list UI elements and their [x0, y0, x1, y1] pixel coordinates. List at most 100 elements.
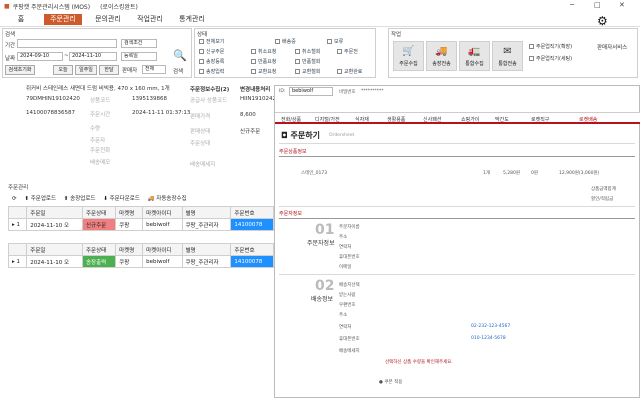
section-product: 주문상품정보: [279, 149, 307, 155]
order-table-2: 주문일 주문상태 마켓명 마켓아이디 별명 주문번호 ▸ 1 2024-11-10 오 송장출…: [7, 243, 274, 268]
status-return-withdraw-checkbox[interactable]: 반품철회: [295, 58, 320, 65]
field-label: 배송메세지: [339, 349, 360, 354]
field-label: 주소: [339, 235, 348, 240]
search-reset-button[interactable]: 검색초기화: [5, 65, 35, 75]
minimize-button[interactable]: ─: [570, 1, 574, 9]
label-order-phone: 주문전화: [90, 148, 111, 154]
coupon-label: ● 쿠폰 적용: [379, 380, 403, 385]
step-02: 02: [315, 278, 335, 294]
status-cancel-withdraw-checkbox[interactable]: 취소철회: [295, 48, 320, 55]
right-sub-2: 판매가격: [190, 114, 211, 120]
nav-item[interactable]: 신사패션: [423, 116, 441, 123]
status-new-checkbox[interactable]: 신규주문: [199, 48, 224, 55]
auto-invoice-button[interactable]: 🚚 자동송장수집: [148, 196, 187, 202]
search-label-row2: 날짜: [5, 56, 16, 62]
menu-stats[interactable]: 통계관리: [176, 14, 208, 25]
maximize-button[interactable]: □: [594, 1, 601, 9]
collect-orders-button[interactable]: 🛒 주문수집: [393, 41, 424, 71]
refresh-icon[interactable]: ⟳: [12, 196, 17, 202]
nav-item[interactable]: 막간도: [495, 116, 509, 123]
field-label: 배송지선택: [339, 283, 360, 288]
week-button[interactable]: 일주일: [75, 65, 97, 75]
status-shipping-checkbox[interactable]: 배송중: [275, 38, 296, 45]
status-invoice-reg-checkbox[interactable]: 송장등록: [199, 58, 224, 65]
label-qty: 수량: [90, 126, 101, 132]
status-exchange-done-checkbox[interactable]: 교환완료: [337, 68, 362, 75]
status-exchange-withdraw-checkbox[interactable]: 교환철회: [295, 68, 320, 75]
field-label: 휴대폰번호: [339, 255, 360, 260]
right-sub-3: 판매상태: [190, 129, 211, 135]
mail-icon: ✉: [503, 46, 512, 57]
table-row[interactable]: ▸ 1 2024-11-10 오 신규주문 쿠팡 bebiwolf 쿠팡_주관리자 1410…: [7, 218, 274, 231]
right-note-2: 할인/적립금: [591, 197, 614, 202]
gear-icon[interactable]: ⚙: [597, 14, 608, 28]
nav-item[interactable]: 식자재: [355, 116, 369, 123]
app-subtitle: (로이스킹완트): [100, 3, 138, 11]
status-invoice-input-checkbox[interactable]: 송장입력: [199, 68, 224, 75]
status-pre-order-checkbox[interactable]: 주문전: [337, 48, 358, 55]
merge-collect-button[interactable]: 🚛 통합수집: [459, 41, 490, 71]
top-id-label: ID:: [279, 89, 286, 94]
date-to-input[interactable]: 2024-11-10: [69, 52, 117, 61]
status-all-checkbox[interactable]: 전체보기: [199, 38, 224, 45]
status-exchange-req-checkbox[interactable]: 교환요청: [251, 68, 276, 75]
status-group-title: 상태: [197, 32, 208, 38]
label-order-time: 주문시간: [90, 112, 111, 118]
top-id-input[interactable]: bebiwolf: [289, 87, 333, 96]
order-toolbar: ⟳ ⬆ 주문업로드 ⬆ 송장업로드 ⬇ 주문다운로드 🚚 자동송장수집: [12, 194, 274, 204]
order-sheet-title-en: Ordersheet: [329, 133, 355, 138]
upload-invoice-button[interactable]: ⬆ 송장업로드: [64, 196, 96, 202]
today-button[interactable]: 오늘: [53, 65, 73, 75]
menu-home[interactable]: 홈: [8, 14, 34, 25]
close-button[interactable]: ✕: [619, 1, 625, 9]
download-orders-button[interactable]: ⬇ 주문다운로드: [103, 196, 140, 202]
month-button[interactable]: 한달: [99, 65, 119, 75]
search-icon[interactable]: 🔍: [173, 49, 187, 62]
right-val-2: 8,600: [240, 112, 256, 118]
product-ship: 0원: [531, 171, 539, 176]
option-setting-checkbox[interactable]: 주문업직기(세팅): [529, 55, 572, 62]
status-hold-checkbox[interactable]: 보류: [327, 38, 343, 45]
step-01-label: 주문자정보: [307, 240, 335, 247]
status-cancel-req-checkbox[interactable]: 취소요청: [251, 48, 276, 55]
product-line: 스테인_0173: [301, 171, 328, 176]
right-sub-5: 배송메세지: [190, 162, 216, 168]
condition-select[interactable]: 검색조건: [121, 39, 157, 48]
menu-work[interactable]: 작업관리: [134, 14, 166, 25]
cart-icon: 🛒: [402, 46, 415, 57]
menu-inquiry[interactable]: 문의관리: [92, 14, 124, 25]
search-button-label[interactable]: 검색: [173, 67, 183, 75]
buyer-select[interactable]: 전체: [142, 65, 166, 74]
send-invoice-button[interactable]: 🚚 송장전송: [426, 41, 457, 71]
date-from-input[interactable]: 2024-09-10: [17, 52, 63, 61]
menu-order[interactable]: 주문관리: [44, 14, 82, 25]
keyword-input[interactable]: [17, 39, 117, 48]
field-label: 주소: [339, 313, 348, 318]
search-group: 검색 기간 날짜 검색조건 2024-09-10 2024-11-10 ~ 등록…: [2, 28, 192, 78]
nav-item[interactable]: 디지털/가전: [315, 116, 340, 123]
field-label: 휴대폰번호: [339, 337, 360, 342]
search-label-row1: 기간: [5, 43, 16, 49]
option-extended-checkbox[interactable]: 주문업직기(확장): [529, 43, 572, 50]
product-name: 쥐커비 스테인레스 새면대 드럼 비빅용, 470 x 160 mm, 1개: [26, 86, 170, 92]
nav-item[interactable]: 로켓직구: [531, 116, 549, 123]
label-memo: 배송메모: [90, 160, 111, 166]
date-type-select[interactable]: 등록일: [121, 52, 157, 61]
field-label: 우편번호: [339, 303, 356, 308]
nav-item[interactable]: 로켓배송: [579, 116, 597, 123]
pw-label: 비밀번호: [339, 90, 356, 95]
upload-orders-button[interactable]: ⬆ 주문업로드: [24, 196, 56, 202]
merge-send-button[interactable]: ✉ 통합전송: [492, 41, 523, 71]
nav-item[interactable]: 생활용품: [387, 116, 405, 123]
site-nav: 전화/상품 디지털/가전 식자재 생활용품 신사패션 쇼핑가이 막간도 로켓직구…: [275, 112, 640, 124]
field-label: 이메일: [339, 265, 352, 270]
phone-1: 02-232-123-4567: [471, 324, 511, 329]
status-return-req-checkbox[interactable]: 반품요청: [251, 58, 276, 65]
seller-service-label: 판매자서비스: [597, 45, 628, 51]
table-row[interactable]: ▸ 1 2024-11-10 오 송장출력 쿠팡 bebiwolf 쿠팡_주관리자 1410…: [7, 255, 274, 268]
step-02-label: 배송정보: [311, 296, 334, 303]
app-logo-icon: ■: [4, 2, 10, 10]
nav-item[interactable]: 전화/상품: [281, 116, 301, 123]
right-sub-4: 주문상태: [190, 141, 211, 147]
nav-item[interactable]: 쇼핑가이: [461, 116, 479, 123]
